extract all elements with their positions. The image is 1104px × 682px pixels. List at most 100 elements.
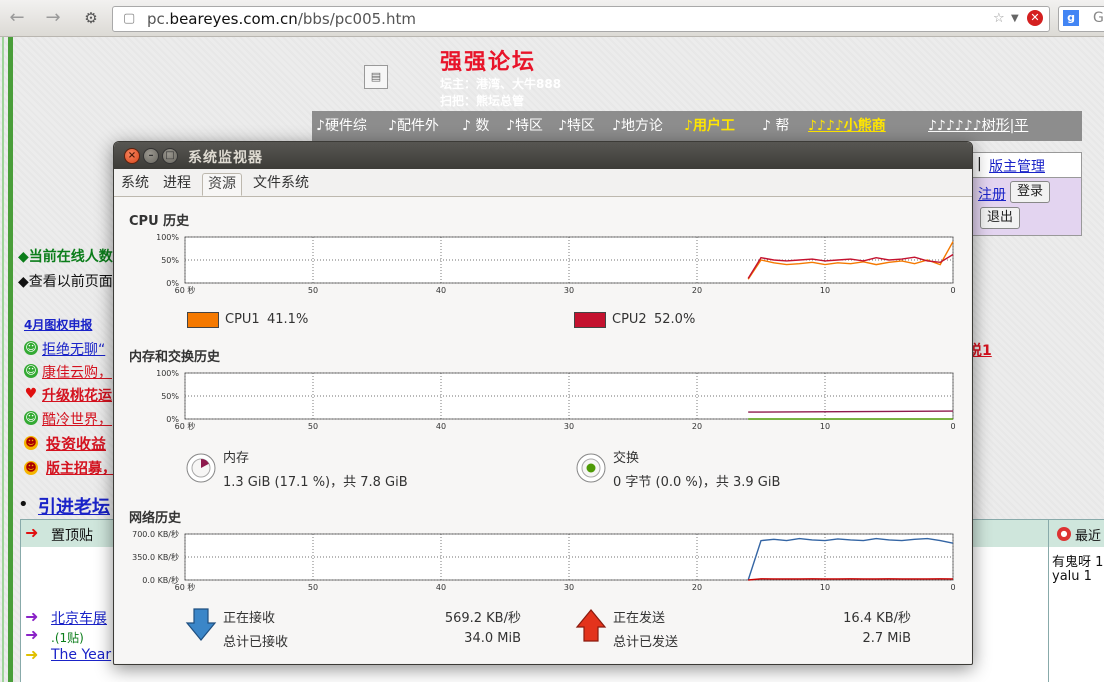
cpu-x-tick-label: 50 [308, 286, 318, 295]
memory-y-tick-label: 100% [156, 369, 179, 378]
page-border-light [2, 37, 4, 682]
total-received-label: 总计已接收 [223, 635, 289, 650]
download-arrow-icon[interactable] [185, 607, 217, 643]
total-sent-label: 总计已发送 [613, 635, 679, 650]
swap-label: 交换 [613, 451, 640, 466]
admin-bar: | 版主管理 [968, 152, 1082, 178]
search-box[interactable]: g G [1058, 6, 1104, 32]
dropdown-icon[interactable]: ▼ [1011, 13, 1019, 24]
cpu1-value: 41.1% [267, 312, 309, 327]
nav-item[interactable]: ♪ 帮 [762, 115, 789, 135]
recent-list: 有鬼呀 1 yalu 1 [1048, 547, 1104, 682]
page-icon: ▢ [123, 11, 136, 26]
tab-filesystems[interactable]: 文件系统 [248, 173, 314, 194]
forum-link[interactable]: 升级桃花运 [42, 385, 112, 405]
post-link[interactable]: The Year [51, 647, 111, 663]
online-count-label: ◆当前在线人数 [18, 249, 113, 265]
login-button[interactable]: 登录 [1010, 181, 1051, 203]
google-icon: g [1063, 10, 1079, 26]
arrow-right-icon: ➜ [25, 607, 39, 626]
heart-icon: ♥ [24, 386, 38, 402]
cpu1-swatch[interactable] [187, 312, 219, 328]
swap-pie-icon[interactable] [575, 452, 607, 484]
smile-icon: ☺ [24, 341, 38, 355]
forum-link[interactable]: 康佳云购， [42, 362, 112, 382]
logout-button[interactable]: 退出 [980, 207, 1021, 229]
memory-pie-icon[interactable] [185, 452, 217, 484]
forward-icon[interactable]: → [42, 7, 64, 29]
cpu2-swatch[interactable] [574, 312, 606, 328]
recent-icon: ● [1057, 527, 1071, 541]
post-count: .(1贴) [51, 631, 84, 645]
stop-icon[interactable]: ✕ [1027, 10, 1043, 26]
nav-item[interactable]: ♪♪♪♪小熊商 [808, 115, 886, 135]
forum-link[interactable]: 酷冷世界， [42, 409, 112, 429]
tab-processes[interactable]: 进程 [158, 173, 196, 194]
minimize-icon[interactable]: – [143, 148, 159, 164]
network-section-title: 网络历史 [129, 511, 182, 526]
nav-item[interactable]: ♪♪♪♪♪♪树形|平 [928, 115, 1028, 135]
address-bar[interactable]: ▢ pc.beareyes.com.cn/bbs/pc005.htm ☆ ▼ ✕ [112, 6, 1050, 32]
forum-title: 强强论坛 [440, 50, 537, 75]
cpu-section-title: CPU 历史 [129, 214, 190, 229]
cpu-x-tick-label: 10 [820, 286, 830, 295]
recent-label: 最近 [1075, 529, 1102, 544]
upload-arrow-icon[interactable] [575, 607, 607, 643]
maximize-icon[interactable]: □ [162, 148, 178, 164]
smile-icon: ☺ [24, 411, 38, 425]
forum-link[interactable]: 投资收益 [46, 433, 106, 454]
browser-toolbar: ← → ⚙ ▢ pc.beareyes.com.cn/bbs/pc005.htm… [0, 0, 1104, 37]
network-x-tick-label: 20 [692, 583, 702, 592]
back-icon[interactable]: ← [6, 7, 28, 29]
network-x-tick-label: 30 [564, 583, 574, 592]
post-link[interactable]: 北京车展 [51, 608, 107, 628]
forum-link[interactable]: 拒绝无聊“ [42, 339, 105, 359]
cpu-x-tick-label: 40 [436, 286, 446, 295]
recent-item[interactable]: yalu 1 [1052, 569, 1092, 584]
arrow-right-icon: ➜ [25, 625, 39, 644]
star-icon[interactable]: ☆ [993, 11, 1005, 26]
nav-item[interactable]: ♪用户工 [684, 115, 735, 135]
nav-item[interactable]: ♪特区 [558, 115, 595, 135]
nav-item[interactable]: ♪地方论 [612, 115, 663, 135]
forum-nav: ♪硬件综 ♪配件外 ♪ 数 ♪特区 ♪特区 ♪地方论 ♪用户工 ♪ 帮 ♪♪♪♪… [312, 111, 1082, 141]
cpu-y-tick-label: 100% [156, 233, 179, 242]
network-x-tick-label: 10 [820, 583, 830, 592]
cpu-y-tick-label: 50% [161, 256, 179, 265]
network-y-tick-label: 700.0 KB/秒 [132, 530, 179, 539]
network-history-chart: 700.0 KB/秒 350.0 KB/秒 0.0 KB/秒60 秒 50 40 30 20… [132, 530, 955, 592]
cpu1-label: CPU1 [225, 312, 260, 327]
forum-link[interactable]: 4月图权申报 [24, 316, 92, 333]
arrow-right-icon: ➜ [25, 523, 39, 542]
system-monitor-window: × – □ 系统监视器 系统 进程 资源 文件系统 CPU 历史 100% 50%… [113, 141, 973, 665]
search-placeholder: G [1093, 10, 1104, 26]
recent-item[interactable]: 有鬼呀 1 [1052, 551, 1103, 570]
bullet-dot: • [18, 494, 29, 515]
close-icon[interactable]: × [124, 148, 140, 164]
memory-section-title: 内存和交换历史 [129, 350, 221, 365]
admin-link[interactable]: 版主管理 [989, 156, 1045, 176]
separator: | [977, 156, 982, 172]
sending-label: 正在发送 [613, 611, 666, 626]
nav-item[interactable]: ♪配件外 [388, 115, 439, 135]
history-label: ◆查看以前页面 [18, 274, 113, 290]
memory-y-tick-label: 50% [161, 392, 179, 401]
forum-sweeper: 扫把：熊坛总管 [440, 94, 525, 108]
window-titlebar[interactable]: × – □ 系统监视器 [114, 142, 972, 169]
window-title: 系统监视器 [188, 150, 263, 166]
cpu-history-chart: 100%50%0%60 秒 50 40 30 20 10 0 [156, 233, 955, 295]
tab-system[interactable]: 系统 [116, 173, 154, 194]
nav-item[interactable]: ♪特区 [506, 115, 543, 135]
memory-x-tick-label: 40 [436, 422, 446, 431]
cpu2-value: 52.0% [654, 312, 696, 327]
forum-link[interactable]: 版主招募， [46, 458, 116, 478]
intro-title[interactable]: 引进老坛 [38, 493, 110, 519]
register-link[interactable]: 注册 [978, 184, 1006, 204]
tab-resources[interactable]: 资源 [202, 173, 242, 196]
nav-item[interactable]: ♪ 数 [462, 115, 489, 135]
nav-item[interactable]: ♪硬件综 [316, 115, 367, 135]
swap-value: 0 字节 (0.0 %)，共 3.9 GiB [613, 475, 781, 490]
memory-x-tick-label: 10 [820, 422, 830, 431]
memory-x-tick-label: 20 [692, 422, 702, 431]
tools-icon[interactable]: ⚙ [80, 7, 102, 29]
